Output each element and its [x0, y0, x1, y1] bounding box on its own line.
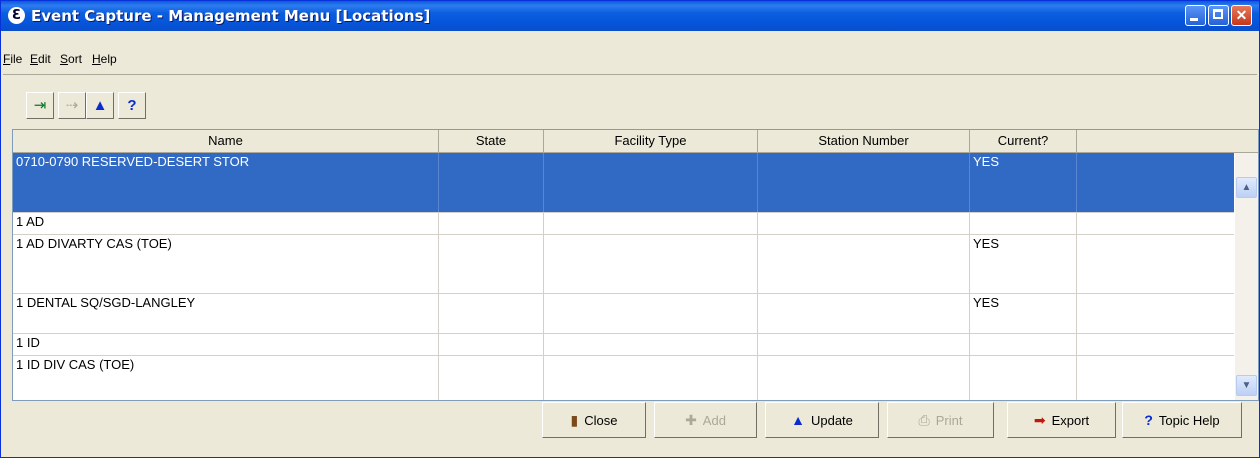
cell-name: 0710-0790 RESERVED-DESERT STOR: [13, 153, 439, 212]
print-button-label: Print: [935, 413, 963, 428]
cell-current: [970, 356, 1077, 400]
cell-blank: [1077, 294, 1234, 333]
cell-blank: [1077, 153, 1234, 212]
cell-facility-type: [544, 356, 758, 400]
toolbar-exit-button[interactable]: ⇥: [26, 92, 54, 119]
chevron-up-icon: ▲: [1241, 182, 1252, 193]
exit-icon: ⇥: [33, 97, 47, 114]
vertical-scrollbar[interactable]: ▲ ▼: [1235, 153, 1258, 400]
export-button-label: Export: [1051, 413, 1090, 428]
add-arrow-icon: ⇢: [65, 97, 79, 114]
menu-file[interactable]: File: [3, 52, 22, 66]
column-header-station-number[interactable]: Station Number: [758, 130, 970, 153]
up-triangle-icon: ▲: [791, 412, 805, 428]
cell-blank: [1077, 235, 1234, 293]
cell-current: YES: [970, 235, 1077, 293]
update-button[interactable]: ▲ Update: [765, 402, 879, 438]
cell-state: [439, 213, 544, 234]
cell-name: 1 ID DIV CAS (TOE): [13, 356, 439, 400]
column-header-blank: [1077, 130, 1258, 153]
column-header-current[interactable]: Current?: [970, 130, 1077, 153]
cell-state: [439, 294, 544, 333]
title-bar[interactable]: Ɛ Event Capture - Management Menu [Locat…: [1, 1, 1259, 31]
close-button-label: Close: [584, 413, 618, 428]
minimize-button[interactable]: [1185, 5, 1206, 26]
cell-facility-type: [544, 213, 758, 234]
cell-state: [439, 153, 544, 212]
plus-icon: ✚: [685, 412, 697, 428]
cell-facility-type: [544, 235, 758, 293]
cell-blank: [1077, 334, 1234, 355]
table-row[interactable]: 1 ID: [13, 334, 1234, 356]
cell-name: 1 AD DIVARTY CAS (TOE): [13, 235, 439, 293]
cell-name: 1 DENTAL SQ/SGD-LANGLEY: [13, 294, 439, 333]
main-window: Ɛ Event Capture - Management Menu [Locat…: [0, 0, 1260, 458]
cell-current: [970, 213, 1077, 234]
menu-edit[interactable]: Edit: [30, 52, 51, 66]
close-button[interactable]: ▮ Close: [542, 402, 646, 438]
printer-icon: ⎙: [918, 412, 930, 428]
update-button-label: Update: [810, 413, 853, 428]
door-icon: ▮: [570, 412, 579, 428]
cell-state: [439, 334, 544, 355]
scroll-down-button[interactable]: ▼: [1236, 375, 1257, 396]
window-title: Event Capture - Management Menu [Locatio…: [31, 7, 431, 25]
close-window-button[interactable]: [1231, 5, 1252, 26]
topic-help-button-label: Topic Help: [1158, 413, 1220, 428]
table-row[interactable]: 1 ID DIV CAS (TOE): [13, 356, 1234, 400]
cell-blank: [1077, 356, 1234, 400]
cell-name: 1 ID: [13, 334, 439, 355]
table-row[interactable]: 0710-0790 RESERVED-DESERT STOR YES: [13, 153, 1234, 213]
menu-help[interactable]: Help: [92, 52, 117, 66]
cell-current: [970, 334, 1077, 355]
table-row[interactable]: 1 AD: [13, 213, 1234, 235]
column-header-name[interactable]: Name: [13, 130, 439, 153]
help-icon: ?: [127, 97, 137, 114]
export-button[interactable]: ➡ Export: [1007, 402, 1116, 438]
table-row[interactable]: 1 AD DIVARTY CAS (TOE) YES: [13, 235, 1234, 294]
cell-station-number: [758, 334, 970, 355]
locations-grid[interactable]: Name State Facility Type Station Number …: [12, 129, 1259, 401]
scroll-up-button[interactable]: ▲: [1236, 177, 1257, 198]
cell-facility-type: [544, 294, 758, 333]
cell-blank: [1077, 213, 1234, 234]
menu-sort[interactable]: Sort: [60, 52, 82, 66]
toolbar-add-button[interactable]: ⇢: [58, 92, 86, 119]
add-button-label: Add: [702, 413, 726, 428]
add-button[interactable]: ✚ Add: [654, 402, 757, 438]
cell-station-number: [758, 235, 970, 293]
cell-current: YES: [970, 153, 1077, 212]
toolbar-help-button[interactable]: ?: [118, 92, 146, 119]
export-icon: ➡: [1033, 412, 1046, 428]
cell-name: 1 AD: [13, 213, 439, 234]
topic-help-button[interactable]: ? Topic Help: [1122, 402, 1242, 438]
column-header-state[interactable]: State: [439, 130, 544, 153]
chevron-down-icon: ▼: [1241, 380, 1252, 391]
cell-state: [439, 356, 544, 400]
cell-station-number: [758, 356, 970, 400]
help-icon: ?: [1144, 412, 1153, 428]
cell-current: YES: [970, 294, 1077, 333]
cell-station-number: [758, 294, 970, 333]
cell-state: [439, 235, 544, 293]
menu-divider: [3, 74, 1257, 75]
toolbar-update-button[interactable]: ▲: [86, 92, 114, 119]
cell-facility-type: [544, 153, 758, 212]
app-icon: Ɛ: [8, 7, 25, 24]
print-button[interactable]: ⎙ Print: [887, 402, 994, 438]
cell-station-number: [758, 213, 970, 234]
cell-facility-type: [544, 334, 758, 355]
column-header-facility-type[interactable]: Facility Type: [544, 130, 758, 153]
up-triangle-icon: ▲: [92, 97, 108, 114]
maximize-button[interactable]: [1208, 5, 1229, 26]
cell-station-number: [758, 153, 970, 212]
table-row[interactable]: 1 DENTAL SQ/SGD-LANGLEY YES: [13, 294, 1234, 334]
